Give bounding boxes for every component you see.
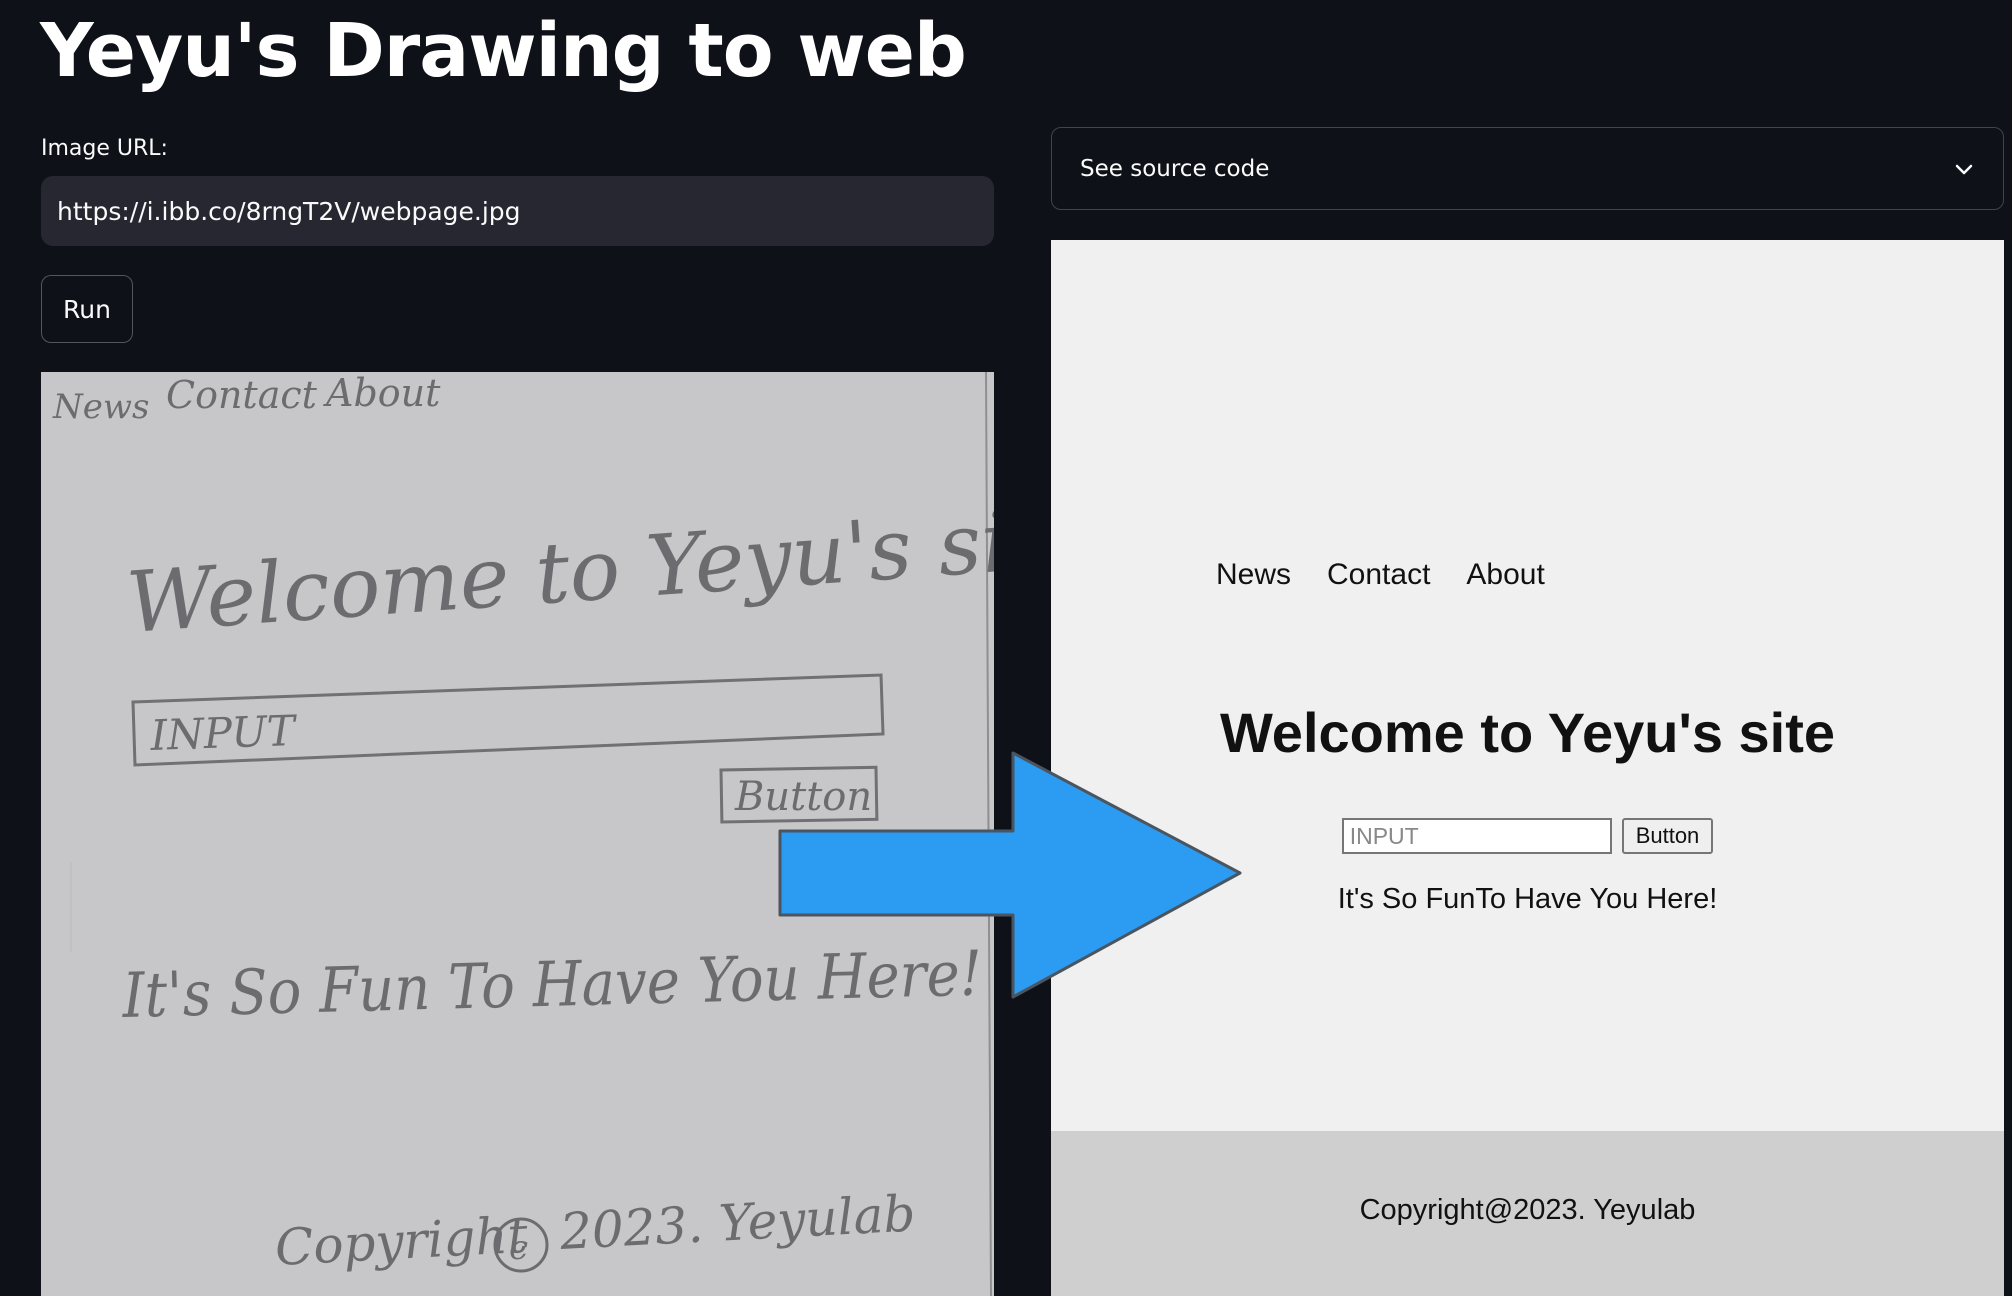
preview-nav-news[interactable]: News [1216,558,1291,592]
chevron-down-icon [1955,164,1973,174]
preview-button[interactable]: Button [1621,818,1714,854]
sketch-nav-news: News [52,387,149,427]
preview-nav: News Contact About [1216,558,1545,592]
sketch-nav-about: About [323,372,441,415]
sketch-copyright-left: Copyright [274,1206,530,1277]
sketch-input: INPUT [149,706,299,760]
sketch-nav-contact: Contact [166,373,318,417]
sketch-heading: Welcome to Yeyu's site [124,487,994,652]
preview-nav-contact[interactable]: Contact [1327,558,1430,592]
sketch-copyright-right: 2023. Yeyulab [558,1184,917,1261]
arrow-right-icon [778,751,1242,999]
preview-footer-text: Copyright@2023. Yeyulab [1359,1194,1696,1226]
source-code-expander[interactable]: See source code [1051,127,2004,210]
app-title: Yeyu's Drawing to web [40,8,967,94]
expander-label: See source code [1080,155,1270,182]
preview-footer: Copyright@2023. Yeyulab [1051,1131,2004,1296]
preview-input[interactable] [1341,818,1612,854]
preview-nav-about[interactable]: About [1466,558,1544,592]
image-url-label: Image URL: [41,136,168,161]
sketch-copyright-symbol: c [509,1228,528,1268]
run-button[interactable]: Run [41,275,133,343]
image-url-input[interactable] [41,176,994,246]
